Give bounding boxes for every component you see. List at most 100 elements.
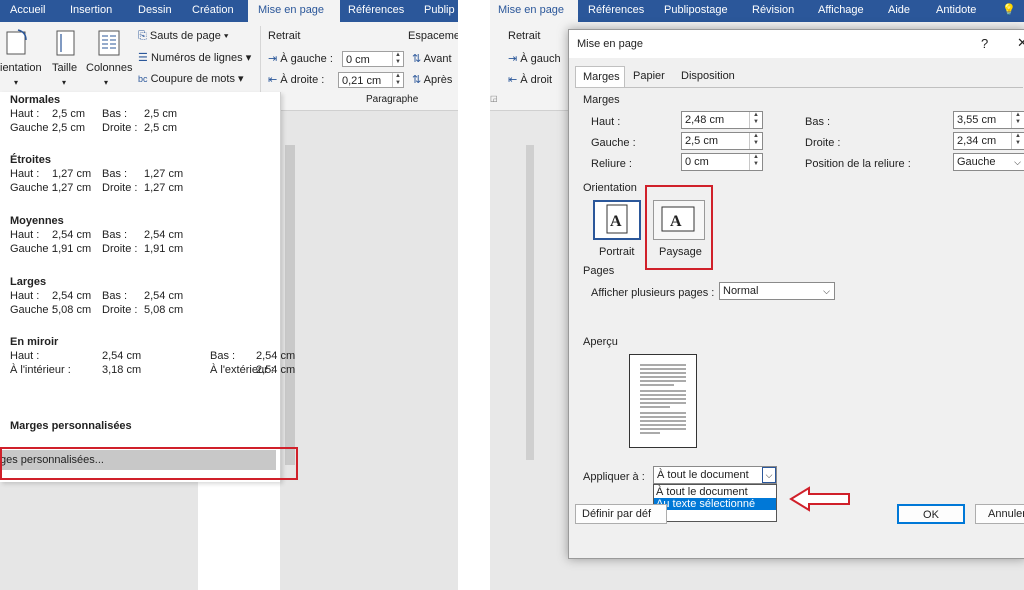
columns-icon[interactable] xyxy=(96,28,122,58)
lightbulb-icon[interactable]: 💡 xyxy=(1002,0,1016,22)
arrow-left-icon xyxy=(789,486,850,512)
top-margin-input[interactable]: 2,48 cm ▲ ▼ xyxy=(681,111,763,129)
tab-creation[interactable]: Création xyxy=(192,0,234,22)
portrait-option[interactable]: A xyxy=(593,200,641,240)
tab-insertion[interactable]: Insertion xyxy=(70,0,112,22)
right-label: Droite : xyxy=(805,137,841,149)
tab-dessin[interactable]: Dessin xyxy=(138,0,172,22)
tab-revision[interactable]: Révision xyxy=(752,0,794,22)
spinner-icon[interactable]: ▲ ▼ xyxy=(749,133,762,149)
spinner-icon[interactable]: ▲ ▼ xyxy=(749,112,762,128)
margin-preset-values: Haut : 1,27 cm Bas : 1,27 cm xyxy=(10,168,280,181)
line-numbers-button[interactable]: ☰ Numéros de lignes ▾ xyxy=(138,51,251,64)
ok-button[interactable]: OK xyxy=(897,504,965,524)
margin-preset-value: Droite : xyxy=(102,122,138,134)
indent-left-icon: ⇥ xyxy=(508,53,518,65)
spacing-title: Espaceme xyxy=(408,30,458,42)
margin-preset-value: Gauche : xyxy=(10,182,55,194)
dialog-launcher-icon[interactable]: ◲ xyxy=(490,94,498,103)
spinner-icon[interactable]: ▲ ▼ xyxy=(392,73,403,87)
tab-mise-en-page[interactable]: Mise en page xyxy=(490,0,578,22)
margin-preset-values: Haut : 2,5 cm Bas : 2,5 cm xyxy=(10,108,280,121)
columns-label[interactable]: Colonnes xyxy=(86,62,132,74)
orientation-section-label: Orientation xyxy=(583,182,637,194)
right-margin-input[interactable]: 2,34 cm ▲ ▼ xyxy=(953,132,1024,150)
spacing-after-icon: ⇅ xyxy=(412,74,422,86)
size-icon[interactable] xyxy=(53,28,79,58)
size-label[interactable]: Taille xyxy=(52,62,77,74)
help-button[interactable]: ? xyxy=(981,36,988,51)
ruler xyxy=(526,145,534,460)
bottom-margin-input[interactable]: 3,55 cm ▲ ▼ xyxy=(953,111,1024,129)
margin-preset-title[interactable]: Moyennes xyxy=(10,215,64,227)
margin-preset-values: Haut : 2,54 cm Bas : 2,54 cm xyxy=(10,290,280,303)
gutter-input[interactable]: 0 cm ▲ ▼ xyxy=(681,153,763,171)
scrollbar[interactable] xyxy=(285,145,295,465)
tab-disposition[interactable]: Disposition xyxy=(681,70,735,82)
indent-right-input[interactable]: 0,21 cm ▲ ▼ xyxy=(338,72,404,88)
margin-preset-value: Bas : xyxy=(102,229,128,241)
tab-affichage[interactable]: Affichage xyxy=(818,0,864,22)
set-default-button[interactable]: Définir par déf xyxy=(575,504,667,524)
orientation-label[interactable]: ientation xyxy=(0,62,42,74)
margin-preset-value: Bas : xyxy=(102,290,128,302)
tab-publipostage[interactable]: Publip xyxy=(424,0,455,22)
left-screenshot: Accueil Insertion Dessin Création Mise e… xyxy=(0,0,458,590)
margin-preset-values: Gauche :5,08 cm Droite :5,08 cm xyxy=(10,304,280,317)
margin-preset-title[interactable]: Normales xyxy=(10,94,60,106)
spinner-icon[interactable]: ▲ ▼ xyxy=(1011,112,1024,128)
preview-text-lines xyxy=(640,364,686,434)
margin-preset-values: Gauche :2,5 cm Droite :2,5 cm xyxy=(10,122,280,135)
margin-preset-value: À l'intérieur : xyxy=(10,364,71,376)
margin-preset-title[interactable]: Larges xyxy=(10,276,46,288)
tab-aide[interactable]: Aide xyxy=(888,0,910,22)
page-break-icon: ⎘ xyxy=(138,30,147,42)
margin-preset-value: 5,08 cm xyxy=(144,304,184,316)
spinner-icon[interactable]: ▲ ▼ xyxy=(392,52,403,66)
tab-marges[interactable]: Marges xyxy=(575,66,625,88)
multiple-pages-select[interactable]: Normal ⌵ xyxy=(719,282,835,300)
highlight-box xyxy=(645,185,713,270)
custom-margins-heading: Marges personnalisées xyxy=(10,420,132,432)
svg-text:A: A xyxy=(610,213,622,230)
hyphenation-icon: bc xyxy=(138,74,148,84)
margin-preset-value: Bas : xyxy=(102,168,128,180)
chevron-down-icon[interactable]: ⌵ xyxy=(762,467,776,483)
tab-papier[interactable]: Papier xyxy=(633,70,665,82)
hyphenation-button[interactable]: bc Coupure de mots ▾ xyxy=(138,72,244,85)
tab-antidote[interactable]: Antidote xyxy=(936,0,976,22)
portrait-label: Portrait xyxy=(599,246,635,258)
apply-to-select[interactable]: À tout le document ⌵ xyxy=(653,466,777,484)
close-icon[interactable]: ✕ xyxy=(1017,35,1024,51)
margin-preset-value: Bas : xyxy=(210,350,236,362)
indent-title: Retrait xyxy=(508,30,541,42)
multiple-pages-label: Afficher plusieurs pages : xyxy=(591,287,715,299)
tab-references[interactable]: Références xyxy=(588,0,644,22)
preview-page xyxy=(629,354,697,448)
spinner-icon[interactable]: ▲ ▼ xyxy=(1011,133,1024,149)
margin-preset-value: Droite : xyxy=(102,304,138,316)
page-breaks-button[interactable]: ⎘ Sauts de page ▾ xyxy=(138,30,229,43)
line-numbers-label: Numéros de lignes xyxy=(150,52,243,64)
tab-publipostage[interactable]: Publipostage xyxy=(664,0,728,22)
indent-left-input[interactable]: 0 cm ▲ ▼ xyxy=(342,51,404,67)
spinner-icon[interactable]: ▲ ▼ xyxy=(749,154,762,170)
margin-preset-value: 2,54 cm xyxy=(102,350,142,362)
margin-preset-value: 2,5 cm xyxy=(144,122,178,134)
orientation-icon[interactable] xyxy=(4,28,30,58)
cancel-button[interactable]: Annuler xyxy=(975,504,1024,524)
margin-preset-title[interactable]: Étroites xyxy=(10,154,51,166)
divider-gap xyxy=(458,0,490,590)
apply-option-selected-text[interactable]: Au texte sélectionné xyxy=(654,498,776,510)
hyphenation-label: Coupure de mots xyxy=(150,73,235,85)
tab-references[interactable]: Références xyxy=(348,0,404,22)
margin-preset-title[interactable]: En miroir xyxy=(10,336,58,348)
margin-preset-value: 1,91 cm xyxy=(52,243,92,255)
gutter-position-select[interactable]: Gauche ⌵ xyxy=(953,153,1024,171)
left-margin-input[interactable]: 2,5 cm ▲ ▼ xyxy=(681,132,763,150)
group-divider xyxy=(260,26,261,102)
tab-accueil[interactable]: Accueil xyxy=(10,0,45,22)
apply-to-dropdown: À tout le document Au texte sélectionné xyxy=(653,484,777,522)
tab-mise-en-page[interactable]: Mise en page xyxy=(248,0,340,22)
apply-option-whole-document[interactable]: À tout le document xyxy=(656,486,748,498)
